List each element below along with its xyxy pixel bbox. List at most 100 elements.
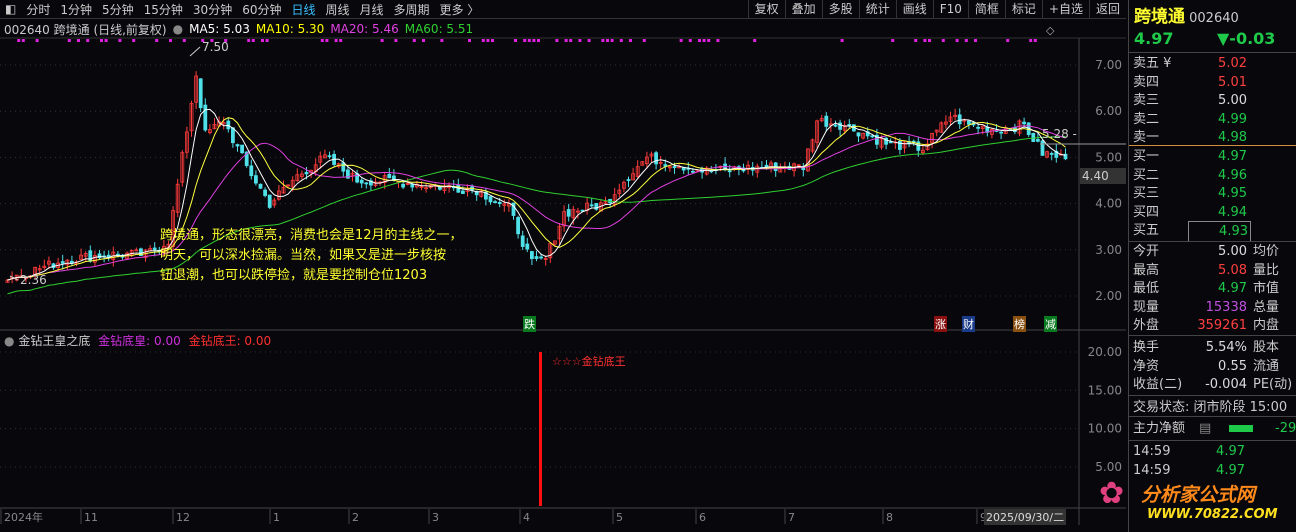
signal-dot xyxy=(265,39,269,42)
signal-dot xyxy=(698,39,701,42)
ask-row: 卖四 5.01 xyxy=(1133,74,1247,90)
signal-dot xyxy=(840,39,844,42)
trade-status: 交易状态: 闭市阶段 15:00 xyxy=(1133,400,1288,415)
candle-body xyxy=(488,196,493,203)
signal-dot xyxy=(412,39,416,42)
quote-panel: 跨境通 002640 4.97 ▼-0.03 卖五 ¥5.02 卖四 5.01 卖三 5… xyxy=(1099,0,1296,532)
stat-row: 现量 15338 总量 xyxy=(1133,299,1280,315)
ask-row: 卖五 ¥5.02 xyxy=(1133,56,1247,71)
candle-body xyxy=(60,261,65,264)
candle-body xyxy=(497,202,502,205)
candle-body xyxy=(530,251,534,260)
signal-dot xyxy=(707,39,711,42)
price-tick: 4.00 xyxy=(1095,197,1122,211)
candle-body xyxy=(267,194,272,208)
annotation-text: 跨境通，形态很漂亮，消费也会是12月的主线之一， 明天，可以深水捡漏。当然，如果… xyxy=(160,226,463,286)
last-price: 4.97 xyxy=(1134,29,1174,48)
candle-body xyxy=(401,183,406,188)
indicator-tick: 15.00 xyxy=(1088,383,1122,397)
price-change: ▼-0.03 xyxy=(1217,29,1276,48)
marker-die[interactable]: 跌 xyxy=(523,316,536,332)
price-tick: 7.00 xyxy=(1095,58,1122,72)
candle-body xyxy=(203,104,208,131)
signal-dot xyxy=(169,39,172,42)
signal-dot xyxy=(394,39,398,42)
signal-dot xyxy=(974,39,977,42)
indicator-tick: 20.00 xyxy=(1088,345,1122,359)
candle-body xyxy=(856,132,861,137)
candle-body xyxy=(341,162,346,172)
signal-dot xyxy=(523,39,527,42)
candle-body xyxy=(847,124,852,126)
signal-dot xyxy=(941,39,945,42)
marker-cai[interactable]: 财 xyxy=(962,316,975,332)
stat-row: 收益(二) -0.004 PE(动) xyxy=(1133,377,1293,392)
signal-dot xyxy=(486,39,490,42)
indicator-s2: 金钻底王: 0.00 xyxy=(188,334,272,348)
cursor-date: 2025/09/30/二 xyxy=(984,509,1067,525)
indicator-header: ● 金钻王皇之底 金钻底皇: 0.00 金钻底王: 0.00 xyxy=(4,332,271,349)
signal-dot xyxy=(514,39,517,42)
bid-row: 买五 4.93 xyxy=(1133,221,1296,242)
signal-dot xyxy=(569,39,573,42)
indicator-title: 金钻王皇之底 xyxy=(18,334,91,348)
x-tick: 11 xyxy=(84,511,98,524)
signal-dot xyxy=(1029,39,1033,42)
marker-zhang[interactable]: 涨 xyxy=(934,316,947,332)
candle-body xyxy=(976,126,980,129)
signal-dot xyxy=(928,39,931,42)
price-line-label: 5.28 - xyxy=(1042,127,1077,141)
x-tick: 4 xyxy=(523,511,530,524)
candle-body xyxy=(437,186,442,190)
candle-body xyxy=(88,250,93,262)
x-tick: 1 xyxy=(273,511,280,524)
bid-row: 买四 4.94 xyxy=(1133,204,1247,220)
candle-body xyxy=(1022,121,1026,125)
stat-row: 外盘 359261 内盘 xyxy=(1133,318,1280,333)
x-tick: 12 xyxy=(176,511,190,524)
candle-body xyxy=(870,135,875,138)
indicator-tick: 5.00 xyxy=(1095,460,1122,474)
signal-dot xyxy=(334,39,338,42)
signal-dot xyxy=(716,39,720,42)
marker-jian[interactable]: 减 xyxy=(1044,316,1057,332)
candle-body xyxy=(253,175,258,184)
candle-body xyxy=(387,173,392,179)
candle-body xyxy=(240,144,245,154)
signal-dot xyxy=(325,39,329,42)
signal-dot xyxy=(132,39,136,42)
candle-body xyxy=(520,235,525,247)
signal-dot xyxy=(182,39,186,42)
low-label: 2.36 xyxy=(20,273,47,287)
candle-body xyxy=(833,124,838,127)
collapse-icon[interactable]: ● xyxy=(4,334,14,348)
signal-bar xyxy=(539,352,542,506)
x-tick: 2024年 xyxy=(4,510,43,524)
marker-bang[interactable]: 榜 xyxy=(1013,316,1026,332)
signal-dot xyxy=(247,39,251,42)
stock-code: 002640 xyxy=(1189,11,1239,26)
signal-dot xyxy=(753,39,757,42)
flow-bar xyxy=(1229,425,1253,432)
signal-dot xyxy=(532,39,536,42)
signal-dot xyxy=(320,39,324,42)
signal-dot xyxy=(610,39,614,42)
candle-body xyxy=(304,171,309,175)
indicator-s1: 金钻底皇: 0.00 xyxy=(98,334,181,348)
signal-dot xyxy=(21,39,25,42)
signal-dot xyxy=(77,39,80,42)
candle-body xyxy=(263,189,268,196)
list-icon[interactable]: ▤ xyxy=(1199,419,1211,438)
signal-dot xyxy=(702,39,706,42)
signal-dot xyxy=(468,39,471,42)
tick-row: 14:59 4.97 xyxy=(1133,462,1245,478)
price-tick: 3.00 xyxy=(1095,243,1122,257)
signal-dot xyxy=(537,39,540,42)
candle-body xyxy=(364,182,369,185)
candle-body xyxy=(152,247,157,251)
x-tick: 2 xyxy=(352,511,359,524)
candle-body xyxy=(967,120,971,125)
signal-dot xyxy=(118,39,122,42)
candle-body xyxy=(1049,153,1054,155)
x-tick: 5 xyxy=(616,511,623,524)
